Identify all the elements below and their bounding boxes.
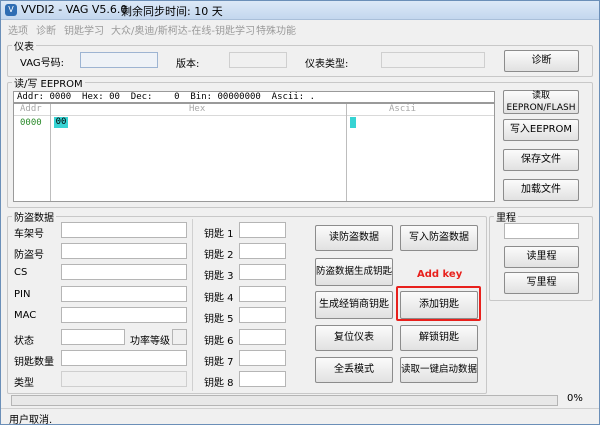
immo-number-label: 防盗号 [14,250,44,261]
sync-time-text: 剩余同步时间: 10 天 [121,5,223,18]
key-6-field[interactable] [239,329,286,345]
write-eeprom-button[interactable]: 写入EEPROM [503,119,579,141]
mileage-field[interactable] [504,223,579,239]
read-immo-data-button[interactable]: 读防盗数据 [315,225,393,251]
progress-bar [11,395,558,406]
key-5-field[interactable] [239,307,286,323]
mac-label: MAC [14,310,37,321]
type-field[interactable] [61,371,187,387]
read-eeprom-flash-button[interactable]: 读取 EEPRON/FLASH [503,90,579,114]
grid-divider-ascii [346,104,347,201]
key-4-field[interactable] [239,286,286,302]
write-mileage-button[interactable]: 写里程 [504,272,579,294]
write-immo-data-button[interactable]: 写入防盗数据 [400,225,478,251]
power-class-field[interactable] [172,329,187,345]
menu-special-functions[interactable]: 特殊功能 [256,22,296,37]
read-one-key-start-data-button[interactable]: 读取一键启动数据 [400,357,478,383]
reset-dashboard-button[interactable]: 复位仪表 [315,325,393,351]
vin-field[interactable] [61,222,187,238]
status-bar: 用户取消. [1,408,599,426]
add-key-annotation: Add key [417,269,463,280]
dash-type-label: 仪表类型: [305,59,349,70]
pin-field[interactable] [61,286,187,302]
menu-diagnose[interactable]: 诊断 [36,22,56,37]
power-class-label: 功率等级 [130,336,170,347]
app-icon: V [5,4,17,16]
immo-number-field[interactable] [61,243,187,259]
selected-ascii-cell[interactable] [350,117,356,128]
menu-options[interactable]: 选项 [8,22,28,37]
diagnose-button[interactable]: 诊断 [504,50,579,72]
load-file-button[interactable]: 加载文件 [503,179,579,201]
key-7-field[interactable] [239,350,286,366]
vag-number-label: VAG号码: [20,58,64,69]
dash-type-field[interactable] [381,52,485,68]
key-7-label: 钥匙 7 [204,357,234,368]
menu-bar: 选项 诊断 钥匙学习 大众/奥迪/斯柯达-在线-钥匙学习 特殊功能 [1,20,599,37]
immo-column-divider [192,219,193,391]
progress-percent: 0% [567,393,583,404]
menu-key-learn[interactable]: 钥匙学习 [64,22,104,37]
addr-column-header: Addr [20,104,42,114]
pin-label: PIN [14,289,31,300]
generate-dealer-key-button[interactable]: 生成经销商钥匙 [315,291,393,319]
vag-number-field[interactable] [80,52,158,68]
status-label: 状态 [14,336,34,347]
read-mileage-button[interactable]: 读里程 [504,246,579,268]
type-label: 类型 [14,378,34,389]
immo-data-legend: 防盗数据 [14,213,54,224]
hex-column-header: Hex [189,104,206,114]
save-file-button[interactable]: 保存文件 [503,149,579,171]
key-5-label: 钥匙 5 [204,314,234,325]
window-title: VVDI2 - VAG V5.6.0 [21,3,128,16]
eeprom-address-bar: Addr: 0000 Hex: 00 Dec: 0 Bin: 00000000 … [13,91,495,103]
key-2-field[interactable] [239,243,286,259]
mileage-legend: 里程 [496,213,516,224]
grid-divider-addr [50,104,51,201]
key-2-label: 钥匙 2 [204,250,234,261]
key-4-label: 钥匙 4 [204,293,234,304]
eeprom-hex-grid[interactable]: Addr Hex Ascii 0000 00 [13,103,495,202]
app-window: V VVDI2 - VAG V5.6.0 剩余同步时间: 10 天 选项 诊断 … [0,0,600,426]
cs-field[interactable] [61,264,187,280]
ascii-column-header: Ascii [389,104,417,114]
all-keys-lost-mode-button[interactable]: 全丢模式 [315,357,393,383]
add-key-highlight-box [396,286,481,321]
immo-data-generate-key-button[interactable]: 防盗数据生成钥匙 [315,258,393,286]
key-1-field[interactable] [239,222,286,238]
key-3-field[interactable] [239,264,286,280]
mac-field[interactable] [61,307,187,323]
title-bar: V VVDI2 - VAG V5.6.0 剩余同步时间: 10 天 [1,1,599,20]
key-8-label: 钥匙 8 [204,378,234,389]
vin-label: 车架号 [14,229,44,240]
grid-row-address: 0000 [20,118,42,128]
key-6-label: 钥匙 6 [204,336,234,347]
key-count-field[interactable] [61,350,187,366]
menu-vag-online-key-learn[interactable]: 大众/奥迪/斯柯达-在线-钥匙学习 [111,22,255,37]
eeprom-legend: 读/写 EEPROM [14,79,83,90]
key-3-label: 钥匙 3 [204,271,234,282]
version-field[interactable] [229,52,287,68]
status-text: 用户取消. [9,415,53,426]
key-count-label: 钥匙数量 [14,357,54,368]
version-label: 版本: [176,59,200,70]
key-1-label: 钥匙 1 [204,229,234,240]
status-field[interactable] [61,329,125,345]
key-8-field[interactable] [239,371,286,387]
cs-label: CS [14,267,28,278]
unlock-key-button[interactable]: 解锁钥匙 [400,325,478,351]
dashboard-legend: 仪表 [14,42,34,53]
selected-hex-cell[interactable]: 00 [54,117,68,128]
grid-header-divider [14,115,494,116]
